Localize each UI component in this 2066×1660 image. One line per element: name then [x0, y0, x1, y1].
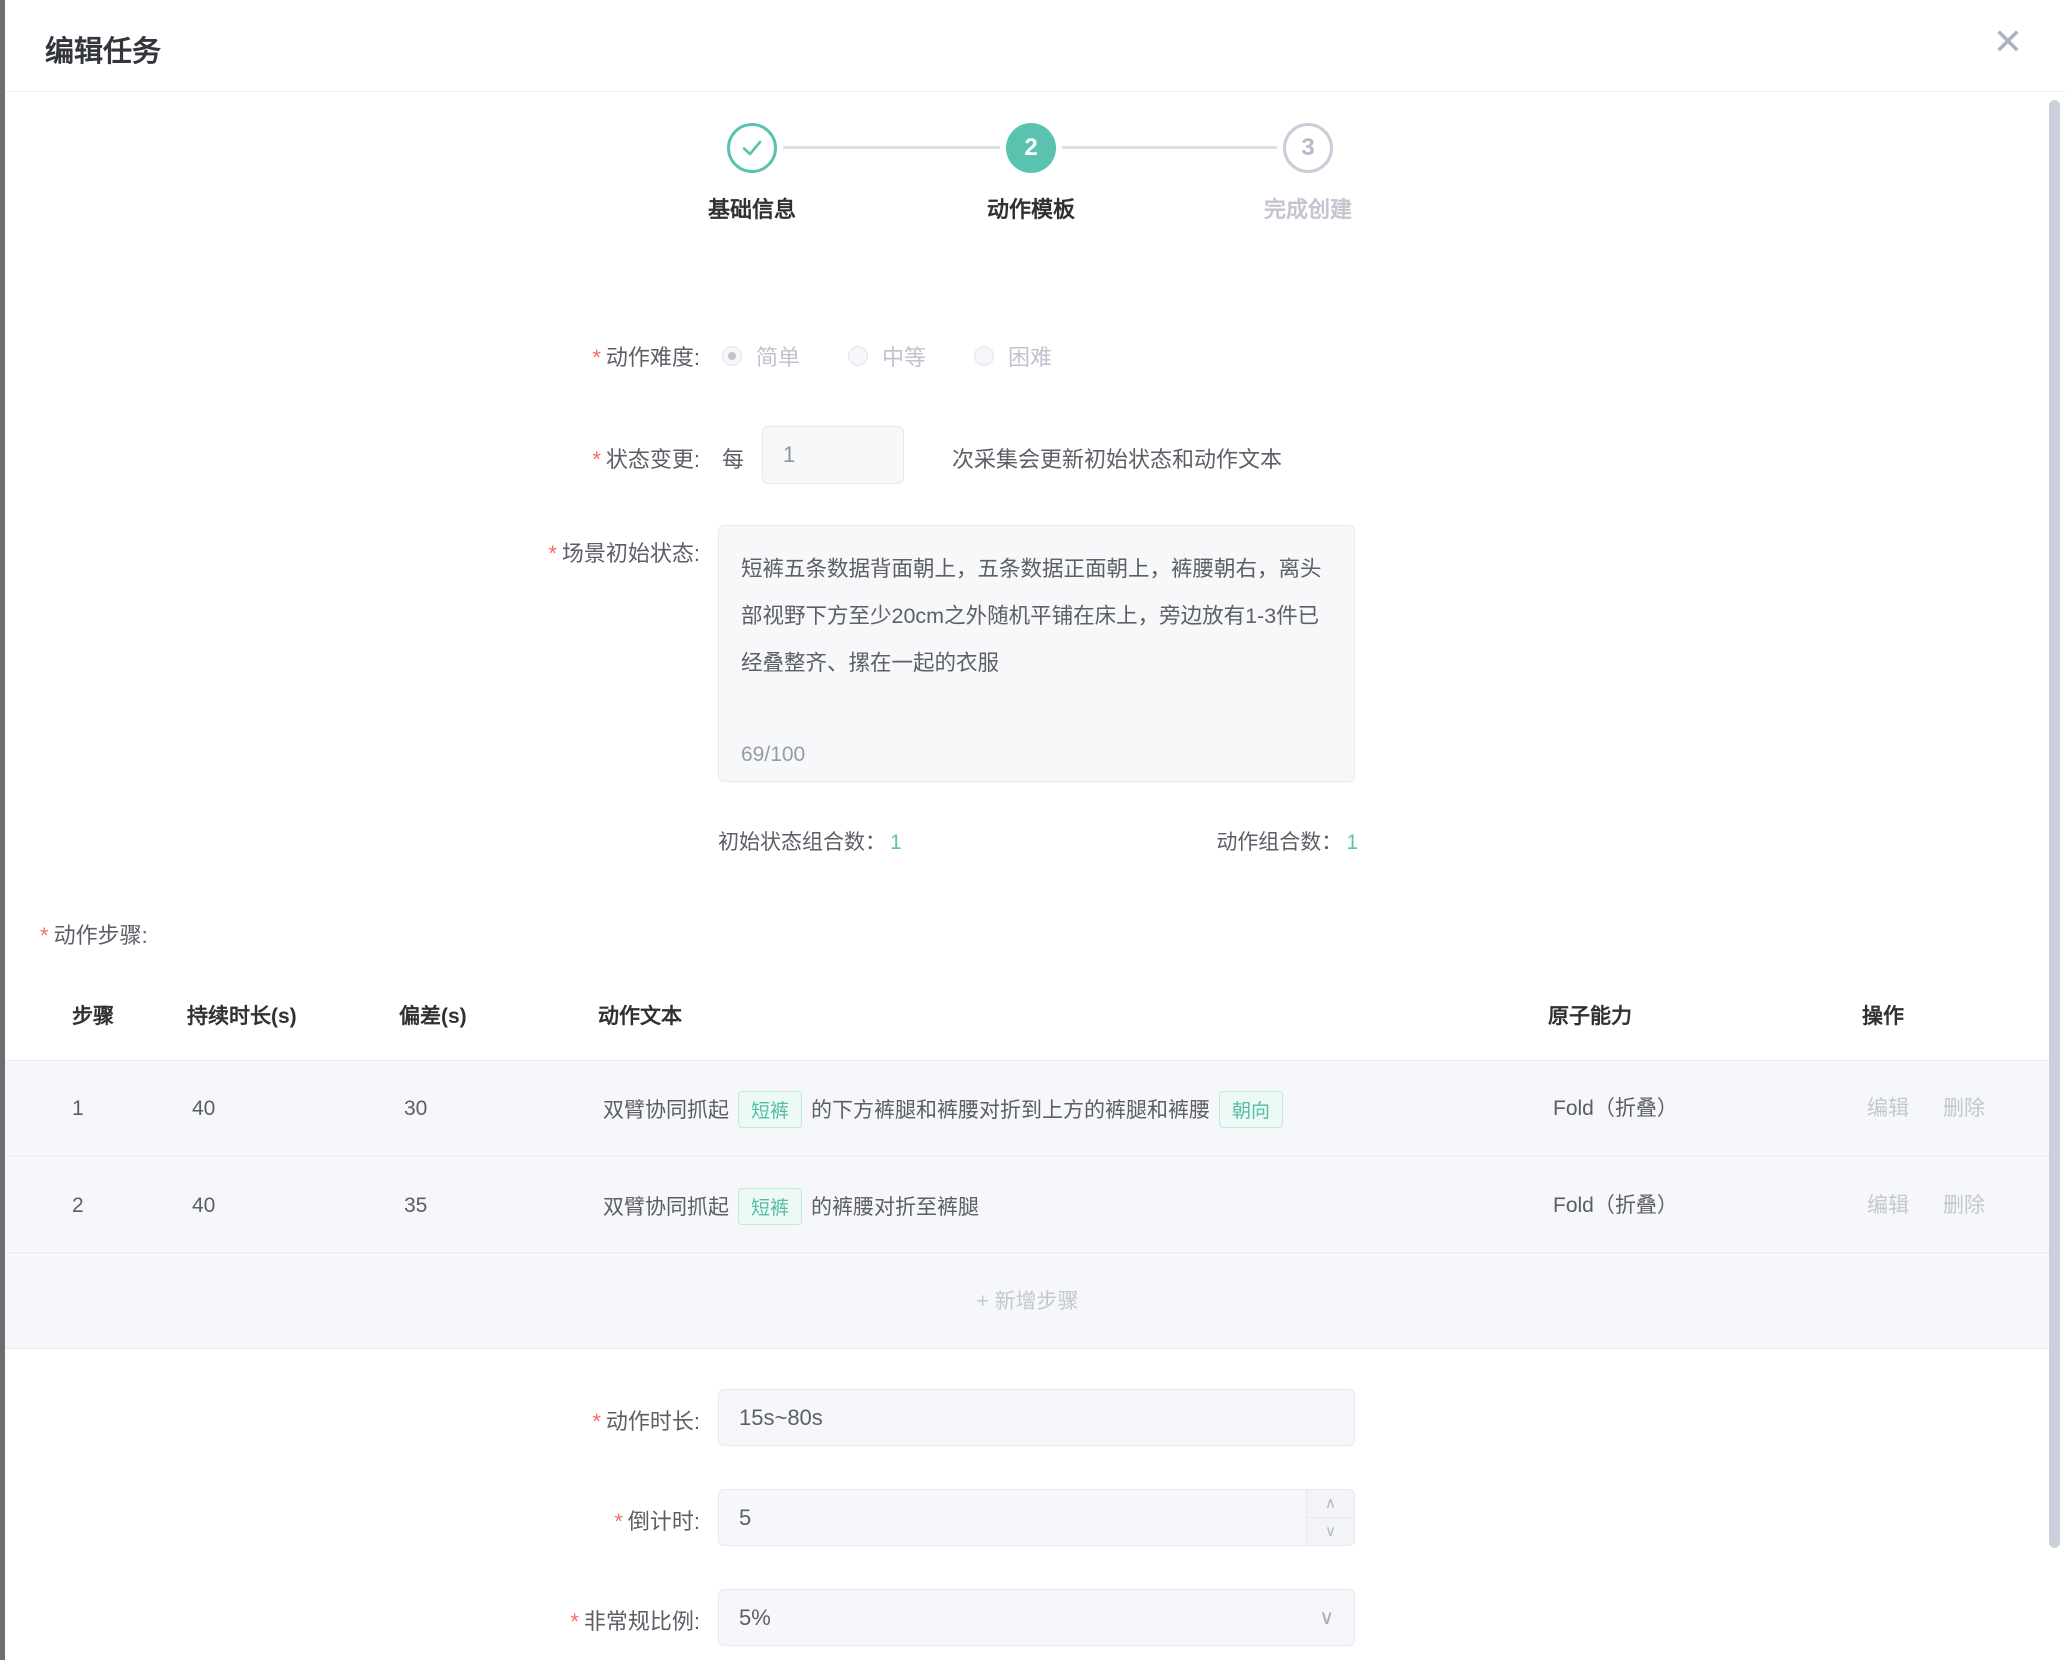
required-mark: * [548, 541, 557, 566]
radio-hard-circle [974, 346, 994, 366]
required-mark: * [40, 923, 49, 948]
row1-edit-button[interactable]: 编辑 [1867, 1061, 1909, 1157]
state-change-value: 1 [763, 427, 903, 483]
row2-duration: 40 [192, 1158, 215, 1254]
col-header-ops: 操作 [1862, 1000, 1904, 1030]
required-mark: * [592, 1409, 601, 1434]
initial-state-textarea[interactable]: 短裤五条数据背面朝上，五条数据正面朝上，裤腰朝右，离头部视野下方至少20cm之外… [718, 525, 1355, 782]
action-combo-label: 动作组合数： [1216, 831, 1342, 854]
col-header-ability: 原子能力 [1548, 1000, 1632, 1030]
row1-step: 1 [72, 1061, 84, 1157]
col-header-deviation: 偏差(s) [399, 1000, 467, 1030]
radio-selected-dot [728, 352, 736, 360]
step-1-label: 基础信息 [642, 192, 862, 224]
col-header-duration: 持续时长(s) [187, 1000, 297, 1030]
close-button[interactable]: ✕ [1980, 14, 2036, 70]
row1-delete-button[interactable]: 删除 [1943, 1061, 1985, 1157]
state-change-label: *状态变更: [0, 442, 700, 474]
initial-state-text: 短裤五条数据背面朝上，五条数据正面朝上，裤腰朝右，离头部视野下方至少20cm之外… [719, 526, 1354, 687]
object-tag: 短裤 [738, 1188, 802, 1225]
table-row: 1 40 30 双臂协同抓起 短裤 的下方裤腿和裤腰对折到上方的裤腿和裤腰 朝向… [5, 1061, 2050, 1157]
action-duration-label: *动作时长: [0, 1404, 700, 1436]
step-2-number: 2 [1024, 134, 1037, 162]
required-mark: * [592, 447, 601, 472]
chevron-down-icon: ∨ [1319, 1590, 1334, 1645]
dialog-title: 编辑任务 [45, 28, 161, 70]
required-mark: * [614, 1509, 623, 1534]
difficulty-label: *动作难度: [0, 340, 700, 372]
radio-easy[interactable]: 简单 [722, 340, 800, 372]
action-duration-value: 15s~80s [719, 1390, 1354, 1445]
radio-hard-label: 困难 [1008, 340, 1052, 372]
required-mark: * [592, 345, 601, 370]
state-change-input[interactable]: 1 [762, 426, 904, 484]
initial-combo: 初始状态组合数：1 [718, 826, 902, 856]
chevron-down-icon: ∨ [1325, 1522, 1336, 1540]
step-2-label: 动作模板 [921, 192, 1141, 224]
table-row: 2 40 35 双臂协同抓起 短裤 的裤腰对折至裤腿 Fold（折叠） 编辑 删… [5, 1158, 2050, 1254]
object-tag: 短裤 [738, 1091, 802, 1128]
stepper-connector-2 [1062, 146, 1277, 149]
step-3-circle: 3 [1283, 123, 1333, 173]
check-icon [739, 135, 765, 161]
radio-medium-circle [848, 346, 868, 366]
action-combo: 动作组合数：1 [1216, 826, 1358, 856]
add-step-button[interactable]: + 新增步骤 [5, 1255, 2050, 1349]
increase-button[interactable]: ∧ [1307, 1490, 1354, 1518]
required-mark: * [570, 1609, 579, 1634]
row1-ability: Fold（折叠） [1553, 1061, 1678, 1157]
col-header-step: 步骤 [72, 1000, 114, 1030]
row2-action-text: 双臂协同抓起 短裤 的裤腰对折至裤腿 [603, 1158, 1543, 1254]
action-duration-input[interactable]: 15s~80s [718, 1389, 1355, 1446]
initial-state-label: *场景初始状态: [0, 536, 700, 568]
row2-edit-button[interactable]: 编辑 [1867, 1158, 1909, 1254]
action-combo-value: 1 [1346, 831, 1358, 854]
radio-easy-circle [722, 346, 742, 366]
step-2-circle: 2 [1006, 123, 1056, 173]
difficulty-radio-group: 简单 中等 困难 [722, 340, 1052, 372]
row1-action-text: 双臂协同抓起 短裤 的下方裤腿和裤腰对折到上方的裤腿和裤腰 朝向 [603, 1061, 1543, 1157]
row1-deviation: 30 [404, 1061, 427, 1157]
countdown-value: 5 [719, 1490, 1354, 1545]
state-change-prefix: 每 [722, 442, 744, 474]
radio-easy-label: 简单 [756, 340, 800, 372]
countdown-input[interactable]: 5 ∧ ∨ [718, 1489, 1355, 1546]
close-icon: ✕ [1993, 21, 2023, 63]
initial-combo-value: 1 [890, 831, 902, 854]
initial-combo-label: 初始状态组合数： [718, 831, 886, 854]
row2-ability: Fold（折叠） [1553, 1158, 1678, 1254]
unusual-ratio-select[interactable]: 5% ∨ [718, 1589, 1355, 1646]
radio-hard[interactable]: 困难 [974, 340, 1052, 372]
decrease-button[interactable]: ∨ [1307, 1518, 1354, 1546]
chevron-up-icon: ∧ [1325, 1494, 1336, 1512]
countdown-stepper: ∧ ∨ [1306, 1490, 1354, 1545]
action-steps-label: *动作步骤: [40, 918, 148, 950]
direction-tag: 朝向 [1219, 1091, 1283, 1128]
row2-delete-button[interactable]: 删除 [1943, 1158, 1985, 1254]
countdown-label: *倒计时: [0, 1504, 700, 1536]
char-counter: 69/100 [741, 743, 805, 767]
col-header-text: 动作文本 [598, 1000, 682, 1030]
step-3-label: 完成创建 [1198, 192, 1418, 224]
row2-step: 2 [72, 1158, 84, 1254]
radio-medium[interactable]: 中等 [848, 340, 926, 372]
combo-counts: 初始状态组合数：1 动作组合数：1 [718, 826, 1358, 856]
stepper-connector-1 [783, 146, 1000, 149]
state-change-suffix: 次采集会更新初始状态和动作文本 [952, 442, 1282, 474]
step-1-circle [727, 123, 777, 173]
row1-duration: 40 [192, 1061, 215, 1157]
dialog-header: 编辑任务 ✕ [5, 0, 2066, 92]
step-3-number: 3 [1301, 134, 1314, 162]
unusual-ratio-label: *非常规比例: [0, 1604, 700, 1636]
radio-medium-label: 中等 [882, 340, 926, 372]
row2-deviation: 35 [404, 1158, 427, 1254]
unusual-ratio-value: 5% [719, 1590, 1354, 1645]
vertical-scrollbar-thumb[interactable] [2049, 100, 2060, 1548]
